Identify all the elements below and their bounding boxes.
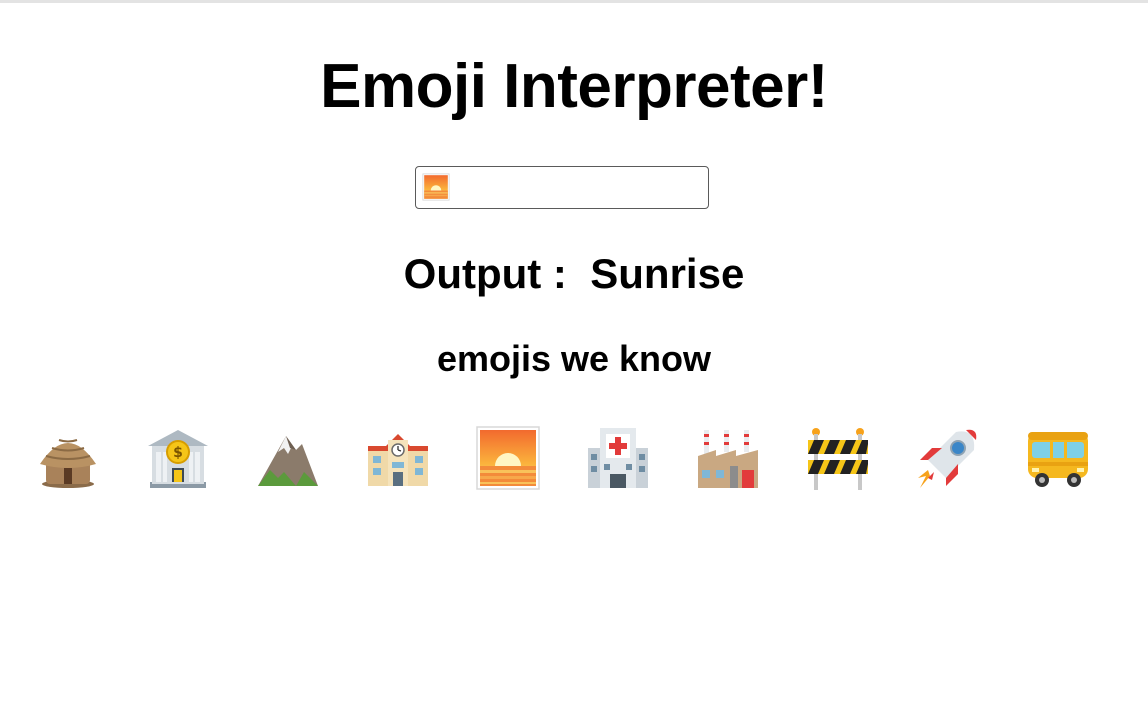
emoji-item-sunrise[interactable] bbox=[476, 426, 540, 490]
emoji-input-wrapper bbox=[415, 166, 709, 209]
top-divider bbox=[0, 0, 1148, 3]
factory-icon bbox=[698, 430, 758, 488]
emoji-item-school[interactable] bbox=[366, 426, 430, 490]
emoji-item-construction[interactable] bbox=[806, 426, 870, 490]
emoji-item-mountain[interactable] bbox=[256, 426, 320, 490]
emoji-list: $ bbox=[36, 426, 1112, 492]
emoji-item-bank[interactable]: $ bbox=[146, 426, 210, 490]
known-emojis-heading: emojis we know bbox=[436, 338, 712, 379]
output-text: Output : Sunrise bbox=[0, 248, 1148, 300]
emoji-item-rocket[interactable] bbox=[916, 426, 980, 490]
school-icon bbox=[368, 434, 428, 486]
emoji-item-hut[interactable] bbox=[36, 426, 100, 490]
minibus-icon bbox=[1028, 432, 1088, 487]
emoji-item-hospital[interactable] bbox=[586, 426, 650, 490]
bank-icon: $ bbox=[148, 430, 208, 488]
sunrise-icon bbox=[476, 426, 540, 490]
output-value: Sunrise bbox=[590, 250, 745, 297]
page-title: Emoji Interpreter! bbox=[320, 52, 828, 121]
hospital-icon bbox=[588, 428, 648, 488]
mountain-icon bbox=[258, 436, 318, 486]
hut-icon bbox=[40, 439, 96, 488]
page: Emoji Interpreter! Output : Sunrise emoj… bbox=[0, 0, 1148, 720]
output-label: Output : bbox=[403, 250, 567, 297]
construction-icon bbox=[808, 428, 868, 490]
svg-text:$: $ bbox=[173, 445, 183, 461]
rocket-icon bbox=[918, 429, 977, 488]
emoji-item-factory[interactable] bbox=[696, 426, 760, 490]
emoji-item-minibus[interactable] bbox=[1026, 426, 1090, 490]
emoji-input[interactable] bbox=[415, 166, 709, 209]
